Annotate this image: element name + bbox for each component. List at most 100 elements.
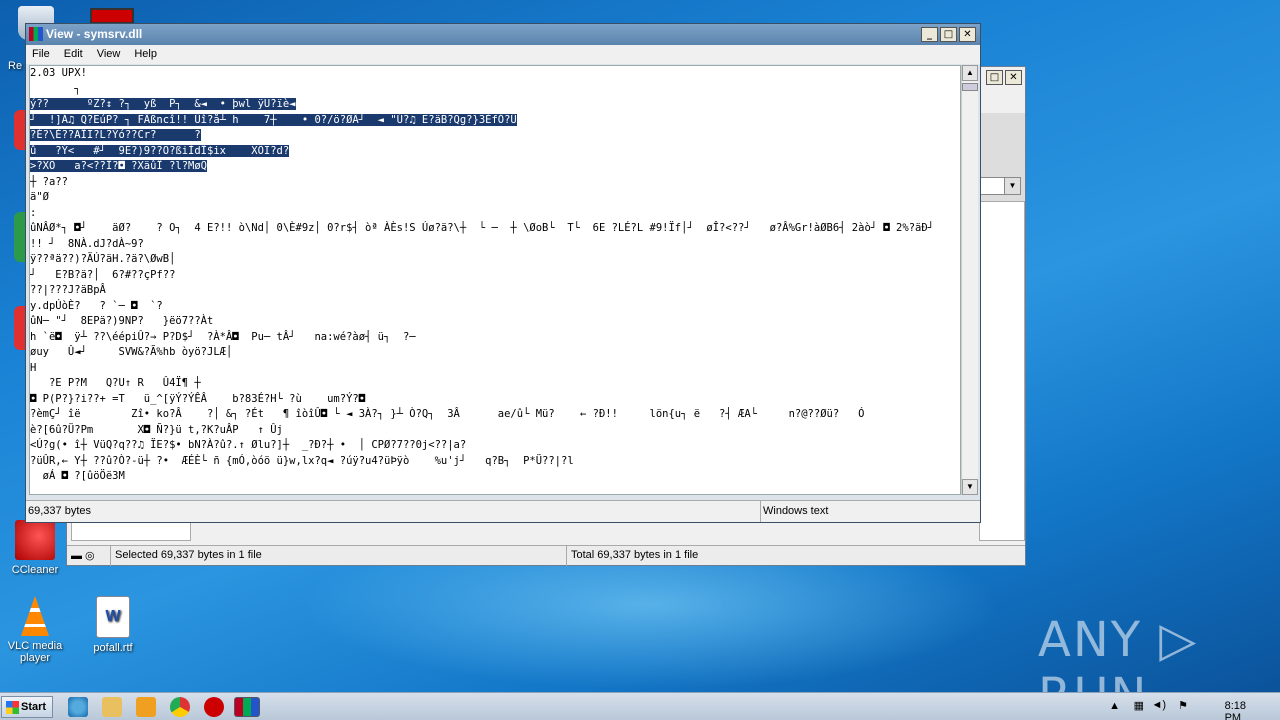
text-line[interactable]: : [30,206,960,222]
maximize-button[interactable]: □ [940,27,957,42]
text-line-content: >?XÕ a?<??Î?◘ ?XäûÎ ?l?MøQ [30,160,208,172]
word-document-icon: W [96,596,130,638]
close-button[interactable]: ✕ [1005,70,1022,85]
ccleaner-icon [15,520,55,560]
vlc-label: VLC media player [7,640,63,664]
text-line[interactable]: û ?Ý< #┘ 9E?)9??O?ßiÌdÎ$ix XÕI?d? [30,144,960,160]
text-line[interactable]: <Ú?g(• î┼ VüQ?q??♫ ÏE?$• bN?À?û?.↑ Ølu?]… [30,438,960,454]
window-title: View - symsrv.dll [46,27,143,41]
windows-logo-icon [6,701,19,714]
media-player-icon[interactable] [136,697,156,717]
text-line-content: ??|???J?äBpÂ [30,284,106,296]
explorer-list[interactable] [979,201,1025,541]
text-line[interactable]: ûN─ "┘ 8EPä?)9NP? }ëö7??Àt [30,314,960,330]
text-line[interactable]: ?üÛR,← Y┼ ??û?Ò?-ü┼ ?• ÆÉÈ└ ñ {mÓ,òóö ü}… [30,454,960,470]
text-line-content: ä"Ø [30,191,49,203]
text-line[interactable]: 2.03 UPX! [30,66,960,82]
text-line-content: ?É?\È??ÃÎI?L?Ýó??Cr? ? [30,129,201,141]
text-line-content: ûNÂØ*┐ ◘┘ äØ? ? O┐ 4 E?!! ò\Nd│ 0\È#9z│ … [30,222,961,234]
text-line[interactable]: ??|???J?äBpÂ [30,283,960,299]
ie-icon[interactable] [68,697,88,717]
explorer-dropdown[interactable]: ▼ [979,177,1021,195]
text-line-content: h `ë◘ ÿ┴ ??\éépiÛ?→ P?D$┘ ?À*Â◘ Pu─ tÂ┘ … [30,330,416,343]
text-line[interactable]: øuy Û◄┘ SVW&?Ã%hb òyö?JLÆ│ [30,345,960,361]
explorer-folder-icon[interactable] [102,697,122,717]
close-button[interactable]: ✕ [959,27,976,42]
scroll-up-arrow-icon[interactable]: ▲ [962,65,978,81]
vertical-scrollbar[interactable]: ▲ ▼ [961,65,978,495]
text-line-content: ┘ !]Ã♫ Q?EúP? ┐ FÂßncî!! Ûî?å┴ h 7┼ • 0?… [30,113,517,126]
text-line-content: ?E P?M Q?U↑ R Û4Ï¶ ┼ [30,377,201,389]
minimize-button[interactable]: _ [921,27,938,42]
text-line[interactable]: øÁ ◘ ?[ûöÖë3M [30,469,960,485]
volume-icon[interactable]: ◄) [1151,699,1166,711]
menu-help[interactable]: Help [134,48,157,64]
file-size: 69,337 bytes [28,505,91,517]
text-line-content: ?üÛR,← Y┼ ??û?Ò?-ü┼ ?• ÆÉÈ└ ñ {mÓ,òóö ü}… [30,454,574,467]
flag-icon[interactable]: ⚑ [1178,699,1188,712]
viewer-status-bar: 69,337 bytes Windows text [26,500,980,522]
text-line[interactable]: ◘ P(P?}?i??+ =T ü_^[ÿÝ?ÝÊÂ b?83É?H└ ?ù u… [30,392,960,408]
text-line[interactable]: ?E P?M Q?U↑ R Û4Ï¶ ┼ [30,376,960,392]
text-line[interactable]: ?É?\È??ÃÎI?L?Ýó??Cr? ? [30,128,960,144]
drive-icon: ▬ ◎ [67,546,111,566]
text-line[interactable]: !! ┘ 8NÀ.dJ?dÀ~9? [30,237,960,253]
text-view[interactable]: 2.03 UPX! ┐ ý?? ºZ?↕ ?┐ yß P┐ &◄ • þwl ÿU… [29,65,961,495]
text-line[interactable]: >?XÕ a?<??Î?◘ ?XäûÎ ?l?MøQ [30,159,960,175]
scroll-down-arrow-icon[interactable]: ▼ [962,479,978,495]
viewer-task-icon[interactable] [234,697,260,717]
text-line-content: øuy Û◄┘ SVW&?Ã%hb òyö?JLÆ│ [30,346,233,358]
text-line-content: ┐ [30,82,81,95]
text-line-content: è?[6û?Ü?Pm X◘ Ñ?}ü t,?K?uÂP ↑ Ûj [30,423,283,436]
viewer-window: View - symsrv.dll _ □ ✕ File Edit View H… [25,23,981,523]
text-line-content: y.dpÚòÈ? ? `─ ◘ `? [30,299,163,312]
tray-chevron-icon[interactable]: ▲ [1109,700,1120,712]
rtf-label: pofall.rtf [93,642,133,654]
menu-view[interactable]: View [97,48,121,64]
text-line[interactable]: ┐ [30,82,960,98]
text-line[interactable]: ┼ ?a?? [30,175,960,191]
command-input[interactable] [71,521,191,541]
menu-edit[interactable]: Edit [64,48,83,64]
menu-file[interactable]: File [32,48,50,64]
menu-bar: File Edit View Help [26,45,980,64]
maximize-button[interactable]: □ [986,70,1003,85]
opera-icon[interactable] [204,697,224,717]
chrome-icon[interactable] [170,697,190,717]
text-line[interactable]: ä"Ø [30,190,960,206]
text-line[interactable]: ý?? ºZ?↕ ?┐ yß P┐ &◄ • þwl ÿU?ïè◄ [30,97,960,113]
encoding-label: Windows text [760,501,828,522]
text-line-content: ┼ ?a?? [30,175,68,188]
selected-status: Selected 69,337 bytes in 1 file [111,546,567,566]
text-line[interactable]: h `ë◘ ÿ┴ ??\éépiÛ?→ P?D$┘ ?À*Â◘ Pu─ tÂ┘ … [30,330,960,346]
title-bar[interactable]: View - symsrv.dll _ □ ✕ [26,24,980,45]
taskbar: Start ▲ ▦ ◄) ⚑ 8:18 PM [0,692,1280,720]
vlc-desktop-icon[interactable]: VLC media player [0,596,70,664]
ccleaner-label: CCleaner [11,564,59,576]
text-line-content: H [30,361,37,374]
rtf-desktop-icon[interactable]: W pofall.rtf [78,596,148,654]
text-line[interactable]: ÿ??ªä??)?ÄÚ?äH.?ä?\ØwB│ [30,252,960,268]
network-icon[interactable]: ▦ [1134,699,1144,712]
text-line[interactable]: H [30,361,960,377]
ccleaner-desktop-icon[interactable]: CCleaner [0,520,70,576]
desktop-app-icon[interactable] [90,8,134,24]
text-line[interactable]: ┘ !]Ã♫ Q?EúP? ┐ FÂßncî!! Ûî?å┴ h 7┼ • 0?… [30,113,960,129]
text-line[interactable]: ┘ E?B?ä?│ 6?#??çPf?? [30,268,960,284]
scroll-thumb[interactable] [962,83,978,91]
text-line-content: ┘ E?B?ä?│ 6?#??çPf?? [30,268,176,281]
clock[interactable]: 8:18 PM [1225,700,1246,720]
text-line[interactable]: ûNÂØ*┐ ◘┘ äØ? ? O┐ 4 E?!! ò\Nd│ 0\È#9z│ … [30,221,960,237]
text-line[interactable]: ?èmÇ┘ îë Zî• ko?Â ?│ &┐ ?Ét ¶ îòîÛ◘ └ ◄ … [30,407,960,423]
text-line-content: !! ┘ 8NÀ.dJ?dÀ~9? [30,237,144,250]
text-line-content: ÿ??ªä??)?ÄÚ?äH.?ä?\ØwB│ [30,253,176,265]
text-line-content: : [30,206,37,219]
text-line[interactable]: è?[6û?Ü?Pm X◘ Ñ?}ü t,?K?uÂP ↑ Ûj [30,423,960,439]
chevron-down-icon[interactable]: ▼ [1004,178,1020,194]
text-line[interactable]: y.dpÚòÈ? ? `─ ◘ `? [30,299,960,315]
explorer-status-bar: ▬ ◎ Selected 69,337 bytes in 1 file Tota… [67,545,1025,566]
start-button[interactable]: Start [1,696,53,718]
text-line-content: ◘ P(P?}?i??+ =T ü_^[ÿÝ?ÝÊÂ b?83É?H└ ?ù u… [30,392,366,405]
vlc-cone-icon [21,596,49,636]
text-line-content: ý?? ºZ?↕ ?┐ yß P┐ &◄ • þwl ÿU?ïè◄ [30,98,296,110]
